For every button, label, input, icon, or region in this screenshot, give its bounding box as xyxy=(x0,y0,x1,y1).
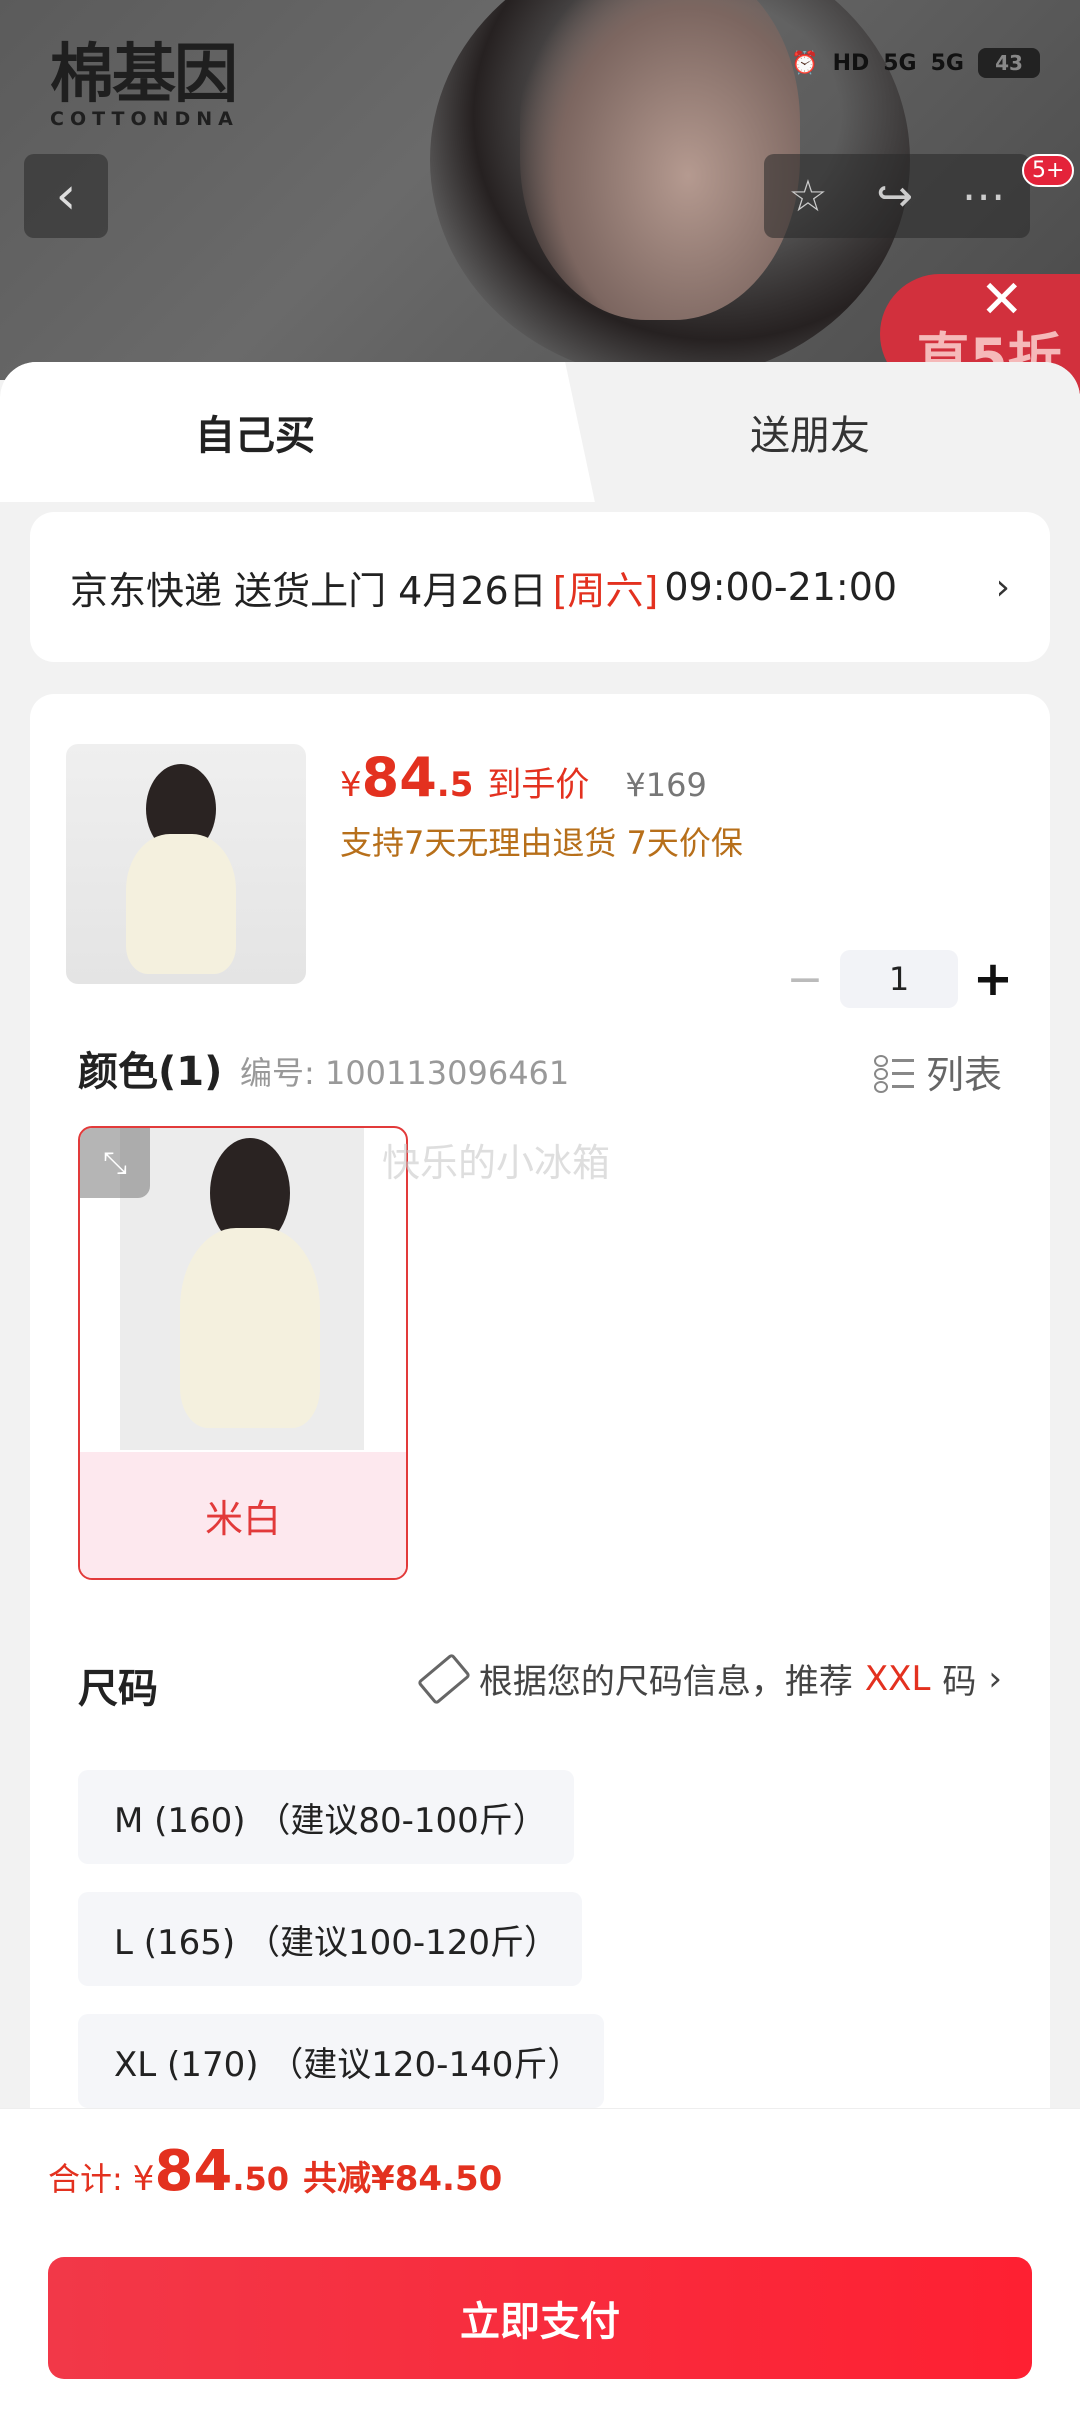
minus-button[interactable]: − xyxy=(770,954,840,1005)
hero-model-face xyxy=(520,0,800,320)
tab-buy-self[interactable]: 自己买 xyxy=(0,362,540,502)
total-decimal: .50 xyxy=(232,2160,290,2198)
product-thumbnail[interactable] xyxy=(66,744,306,984)
color-option-name: 米白 xyxy=(80,1452,406,1578)
size-option-label: M (160) （建议80-100斤） xyxy=(114,1800,547,1841)
expand-icon[interactable]: ⤡ xyxy=(80,1128,150,1198)
share-icon[interactable]: ↪ xyxy=(876,171,913,222)
list-icon xyxy=(873,1053,914,1093)
purchase-tabs: 送朋友 自己买 xyxy=(0,362,1080,502)
top-action-bar: ☆ ↪ ⋯ xyxy=(764,154,1030,238)
close-icon[interactable]: ✕ xyxy=(980,270,1024,330)
price-integer: 84 xyxy=(361,746,437,809)
brand-name-en: COTTONDNA xyxy=(50,108,239,130)
size-rec-size: XXL xyxy=(864,1658,931,1699)
original-price: ¥169 xyxy=(625,766,707,804)
chevron-right-icon: › xyxy=(995,566,1010,608)
notification-badge: 5+ xyxy=(1022,154,1075,187)
signal-5g-icon-2: 5G xyxy=(930,50,964,76)
size-option[interactable]: M (160) （建议80-100斤） xyxy=(78,1770,574,1864)
size-option[interactable]: XL (170) （建议120-140斤） xyxy=(78,2014,604,2108)
price-currency: ¥ xyxy=(340,765,362,805)
purchase-sheet: 送朋友 自己买 京东快递 送货上门 4月26日 [周六] 09:00-21:00… xyxy=(0,362,1080,2412)
signal-5g-icon: 5G xyxy=(883,50,917,76)
back-button[interactable]: ‹ xyxy=(24,154,108,238)
total-saving: 共减¥84.50 xyxy=(303,2159,503,2199)
total-row: 合计: ¥ 84 .50 共减¥84.50 xyxy=(48,2139,502,2204)
delivery-weekday: [周六] xyxy=(552,568,659,613)
size-section-title: 尺码 xyxy=(78,1666,158,1712)
more-icon[interactable]: ⋯ xyxy=(962,171,1006,222)
watermark-text: 快乐的小冰箱 xyxy=(382,1141,611,1185)
thumb-pajama xyxy=(126,834,236,974)
brand-name-cn: 棉基因 xyxy=(50,38,238,112)
battery-icon: 43 xyxy=(978,48,1040,78)
size-recommendation[interactable]: 根据您的尺码信息，推荐 XXL 码 › xyxy=(416,1652,1002,1705)
price-row: ¥ 84 .5 到手价 ¥169 xyxy=(340,746,707,809)
size-option-label: L (165) （建议100-120斤） xyxy=(114,1922,559,1963)
size-option-label: XL (170) （建议120-140斤） xyxy=(114,2044,582,2085)
tab-label: 自己买 xyxy=(195,413,315,459)
color-option-image xyxy=(120,1128,364,1450)
list-label: 列表 xyxy=(925,1053,1002,1097)
alarm-icon: ⏰ xyxy=(791,50,819,76)
tab-gift-friend[interactable]: 送朋友 xyxy=(540,362,1080,502)
brand-logo: 棉基因 COTTONDNA xyxy=(50,40,239,130)
checkout-footer: 合计: ¥ 84 .50 共减¥84.50 立即支付 xyxy=(0,2108,1080,2413)
pay-now-button[interactable]: 立即支付 xyxy=(48,2257,1032,2379)
list-view-toggle[interactable]: 列表 xyxy=(873,1044,1002,1099)
swatch-pajama xyxy=(180,1228,320,1428)
size-rec-suffix: 码 xyxy=(942,1662,977,1702)
size-rec-prefix: 根据您的尺码信息，推荐 xyxy=(478,1662,853,1702)
hd-indicator: HD xyxy=(832,50,870,76)
color-section-title: 颜色(1) xyxy=(78,1049,223,1095)
plus-button[interactable]: + xyxy=(958,951,1028,1007)
total-integer: 84 xyxy=(154,2139,233,2204)
price-label: 到手价 xyxy=(487,765,590,805)
price-decimal: .5 xyxy=(436,765,474,805)
quantity-stepper: − 1 + xyxy=(770,950,1028,1008)
delivery-time: 09:00-21:00 xyxy=(664,565,898,609)
total-currency: ¥ xyxy=(132,2159,155,2199)
color-option-selected[interactable]: ⤡ 米白 xyxy=(78,1126,408,1580)
chevron-left-icon: ‹ xyxy=(55,166,77,226)
quantity-value[interactable]: 1 xyxy=(840,950,958,1008)
sku-number: 编号: 100113096461 xyxy=(240,1054,570,1092)
ruler-icon xyxy=(416,1652,472,1705)
service-guarantee: 支持7天无理由退货 7天价保 xyxy=(340,824,743,862)
delivery-info-row[interactable]: 京东快递 送货上门 4月26日 [周六] 09:00-21:00 › xyxy=(30,512,1050,662)
tab-label: 送朋友 xyxy=(750,413,870,459)
delivery-date: 京东快递 送货上门 4月26日 xyxy=(70,568,547,613)
total-label: 合计: xyxy=(48,2160,123,2198)
status-bar: ⏰ HD 5G 5G 43 xyxy=(791,48,1040,78)
star-icon[interactable]: ☆ xyxy=(788,171,827,222)
size-option[interactable]: L (165) （建议100-120斤） xyxy=(78,1892,582,1986)
chevron-right-icon: › xyxy=(988,1658,1002,1699)
